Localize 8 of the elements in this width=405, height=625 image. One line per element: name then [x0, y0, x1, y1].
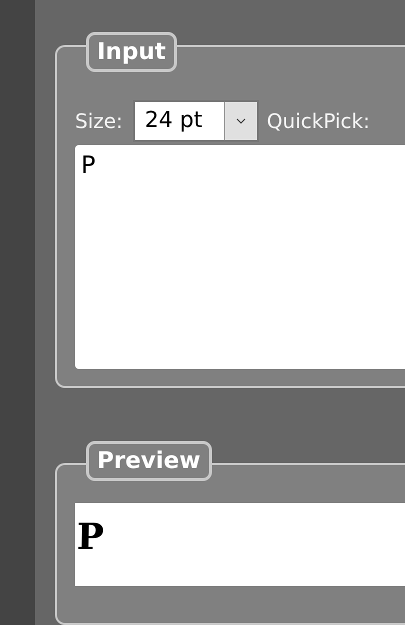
preview-text: P: [73, 517, 108, 557]
quickpick-label: QuickPick:: [266, 109, 370, 133]
chevron-down-icon: [236, 118, 246, 124]
size-dropdown[interactable]: 24 pt: [132, 100, 259, 142]
text-input-field[interactable]: P: [75, 145, 405, 369]
group-title: Input: [86, 32, 177, 72]
group-title: Preview: [86, 441, 212, 481]
size-label: Size:: [75, 109, 123, 133]
